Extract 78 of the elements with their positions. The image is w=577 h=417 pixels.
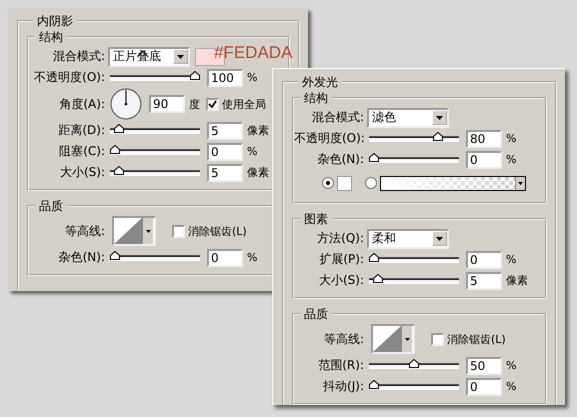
unit-label: % [247, 145, 258, 158]
field-label: 等高线: [322, 330, 364, 348]
group-title: 品质 [38, 199, 64, 213]
radio-button[interactable] [322, 177, 334, 189]
unit-label: % [247, 71, 258, 84]
slider-thumb[interactable] [369, 252, 379, 262]
dropdown[interactable]: 正片叠底 [108, 46, 190, 66]
slider-thumb[interactable] [369, 380, 379, 388]
number-field[interactable]: 5 [207, 122, 243, 140]
group-title: 结构 [38, 30, 64, 44]
field-label: 抖动(J): [322, 378, 364, 395]
field-label: 大小(S): [58, 164, 105, 181]
color-annotation: #FEDADA [214, 43, 292, 63]
number-field[interactable]: 80 [466, 130, 502, 148]
checkbox[interactable] [172, 224, 185, 238]
checkbox-label: 使用全局 [222, 96, 266, 112]
dropdown[interactable]: 滤色 [367, 108, 449, 128]
slider-thumb[interactable] [110, 250, 120, 260]
number-field[interactable]: 0 [466, 378, 502, 396]
slider-thumb[interactable] [373, 274, 383, 282]
slider-thumb[interactable] [114, 124, 124, 132]
contour-curve-icon [114, 218, 142, 244]
field-label: 方法(Q): [316, 230, 364, 247]
unit-label: 像素 [247, 123, 269, 138]
number-field[interactable]: 50 [466, 356, 502, 374]
radio-button[interactable] [365, 177, 377, 189]
slider-thumb[interactable] [190, 70, 200, 80]
field-label: 扩展(P): [318, 251, 364, 268]
field-label: 范围(R): [317, 357, 364, 374]
angle-dial[interactable] [110, 88, 142, 120]
slider-thumb[interactable] [433, 132, 443, 140]
unit-label: 像素 [506, 273, 528, 288]
unit-label: % [506, 153, 516, 166]
checkbox-label: 消除锯齿(L) [447, 332, 506, 346]
number-field[interactable]: 90 [149, 95, 185, 113]
field-label: 阻塞(C): [58, 143, 105, 160]
contour-picker[interactable] [371, 324, 415, 354]
field-label: 混合模式: [52, 48, 105, 65]
group-title: 图素 [303, 212, 329, 226]
contour-curve-icon [373, 326, 401, 352]
slider-thumb[interactable] [369, 152, 379, 162]
slider-thumb[interactable] [114, 166, 124, 174]
field-label: 不透明度(O): [33, 69, 105, 86]
field-label: 大小(S): [318, 272, 364, 289]
unit-label: 像素 [247, 165, 269, 180]
unit-label: 度 [189, 96, 200, 112]
slider-thumb[interactable] [409, 358, 419, 368]
unit-label: % [506, 359, 516, 372]
checkbox[interactable] [206, 98, 219, 110]
field-label: 杂色(N): [58, 249, 105, 266]
group-title: 结构 [303, 91, 329, 105]
group-title: 外发光 [301, 75, 339, 89]
color-swatch[interactable] [337, 176, 352, 190]
number-field[interactable]: 5 [207, 164, 243, 182]
field-label: 角度(A): [58, 96, 105, 112]
number-field[interactable]: 5 [466, 272, 502, 290]
field-label: 不透明度(O): [294, 130, 364, 147]
number-field[interactable]: 0 [207, 248, 243, 266]
number-field[interactable]: 0 [466, 150, 502, 168]
field-label: 混合模式: [310, 109, 364, 126]
field-label: 杂色(N): [316, 151, 364, 168]
unit-label: % [506, 132, 516, 145]
field-label: 距离(D): [57, 122, 105, 139]
unit-label: % [506, 380, 516, 393]
slider-thumb[interactable] [110, 144, 120, 154]
field-label: 等高线: [64, 222, 105, 240]
dropdown[interactable]: 柔和 [367, 228, 449, 248]
unit-label: % [506, 253, 516, 266]
number-field[interactable]: 100 [207, 68, 243, 86]
group-title: 内阴影 [36, 14, 74, 28]
number-field[interactable]: 0 [207, 142, 243, 160]
unit-label: % [247, 251, 258, 264]
checkbox-label: 消除锯齿(L) [188, 224, 247, 238]
checkbox[interactable] [431, 332, 444, 346]
group-title: 品质 [303, 307, 329, 321]
gradient-picker[interactable] [380, 176, 526, 190]
contour-picker[interactable] [112, 216, 156, 246]
number-field[interactable]: 0 [466, 250, 502, 268]
